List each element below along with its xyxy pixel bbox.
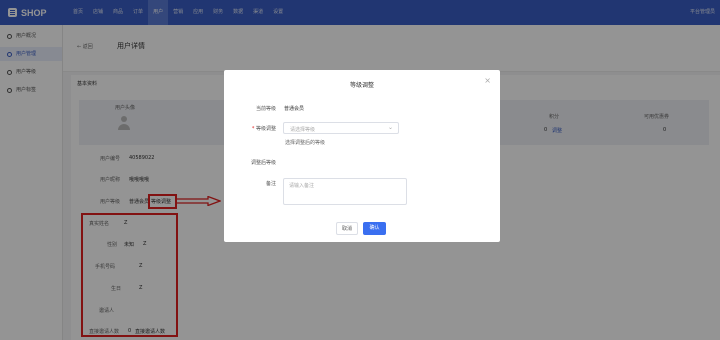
level-adjust-label: * 等级调整 <box>251 126 276 132</box>
level-select[interactable]: 请选择等级 ⌄ <box>283 122 399 134</box>
level-select-placeholder: 请选择等级 <box>290 127 316 133</box>
level-adjust-label-text: 等级调整 <box>255 126 276 132</box>
after-level-label: 调整后等级 <box>250 160 276 166</box>
dialog-title: 等级调整 <box>349 82 374 89</box>
chevron-down-icon: ⌄ <box>387 124 393 131</box>
current-level-label: 当前等级 <box>255 106 276 112</box>
remark-textarea[interactable]: 请输入备注 <box>283 178 407 205</box>
remark-label: 备注 <box>265 181 276 187</box>
current-level-value: 普通会员 <box>284 106 305 112</box>
level-select-hint: 选择调整后的等级 <box>285 140 326 146</box>
level-adjust-dialog: 等级调整 × 当前等级 普通会员 * 等级调整 请选择等级 ⌄ 选择调整后的等级… <box>224 70 500 242</box>
confirm-button[interactable]: 确认 <box>363 222 386 235</box>
cancel-button[interactable]: 取消 <box>336 222 358 235</box>
remark-placeholder: 请输入备注 <box>289 183 315 189</box>
close-icon[interactable]: × <box>484 76 491 85</box>
